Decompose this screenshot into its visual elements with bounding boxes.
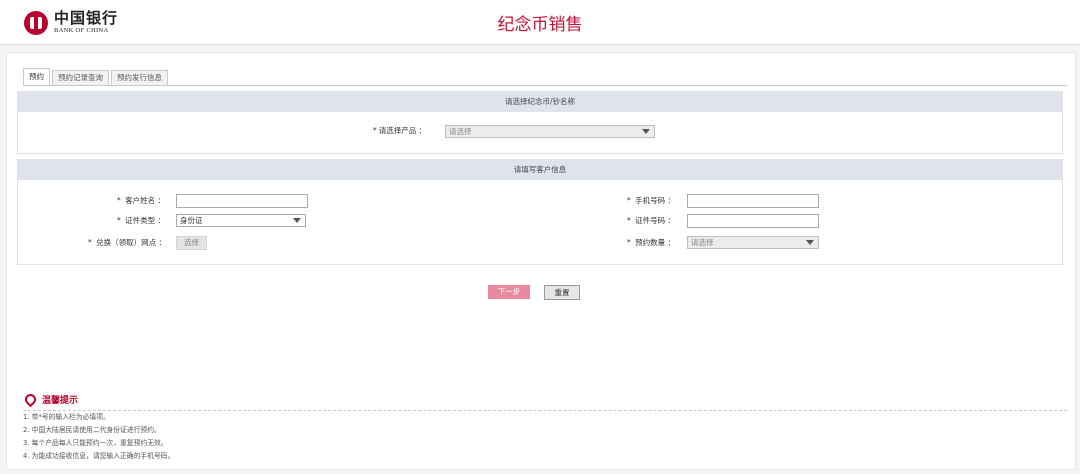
branch-label: * 兑换（领取）网点 ： — [88, 238, 167, 247]
phone-input[interactable] — [687, 194, 819, 208]
tip-item: 2. 中国大陆居民请使用二代身份证进行预约。 — [23, 426, 161, 434]
product-section-title: 请选择纪念币/钞名称 — [18, 92, 1062, 112]
product-label: * 请选择产品 ： — [373, 126, 427, 135]
tips-panel: 温馨提示 1. 带*号的输入栏为必填项。 2. 中国大陆居民请使用二代身份证进行… — [22, 391, 1067, 463]
id-number-input[interactable] — [687, 214, 819, 228]
tip-item: 4. 为能成功接收信息，请您输入正确的手机号码。 — [23, 452, 175, 460]
id-type-label: * 证件类型 ： — [117, 216, 166, 225]
id-number-label: * 证件号码 ： — [627, 216, 676, 225]
tip-item: 3. 每个产品每人只能预约一次，重复预约无效。 — [23, 439, 168, 447]
chevron-down-icon — [642, 129, 650, 134]
quantity-label: * 预约数量 ： — [627, 238, 676, 247]
tips-title: 温馨提示 — [22, 391, 1067, 408]
customer-section: 请填写客户信息 * 客户姓名 ： * 证件类型 ： 身份证 * 兑换（领取）网点… — [17, 159, 1063, 265]
tab-reserve[interactable]: 预约 — [23, 68, 50, 85]
tab-reservation-records[interactable]: 预约记录查询 — [52, 70, 109, 85]
location-pin-icon — [22, 391, 39, 408]
tip-item: 1. 带*号的输入栏为必填项。 — [23, 413, 110, 421]
product-section: 请选择纪念币/钞名称 * 请选择产品 ： 请选择 — [17, 91, 1063, 154]
page-title: 纪念币销售 — [497, 15, 583, 35]
choose-branch-button[interactable]: 选择 — [176, 236, 207, 250]
tab-issue-info[interactable]: 预约发行信息 — [111, 70, 168, 85]
chevron-down-icon — [293, 218, 301, 223]
id-type-select[interactable]: 身份证 — [176, 214, 306, 227]
quantity-select[interactable]: 请选择 — [687, 236, 819, 249]
header: 中国银行 BANK OF CHINA 纪念币销售 — [0, 0, 1080, 45]
customer-section-title: 请填写客户信息 — [18, 160, 1062, 180]
chevron-down-icon — [806, 240, 814, 245]
product-select[interactable]: 请选择 — [445, 125, 655, 138]
name-label: * 客户姓名 ： — [117, 196, 166, 205]
reset-button[interactable]: 重置 — [544, 285, 580, 300]
next-step-button[interactable]: 下一步 — [488, 285, 530, 299]
name-input[interactable] — [176, 194, 308, 208]
tab-bar: 预约 预约记录查询 预约发行信息 — [23, 67, 1067, 86]
phone-label: * 手机号码 ： — [627, 196, 676, 205]
main-panel: 预约 预约记录查询 预约发行信息 请选择纪念币/钞名称 * 请选择产品 ： 请选择… — [6, 52, 1076, 470]
